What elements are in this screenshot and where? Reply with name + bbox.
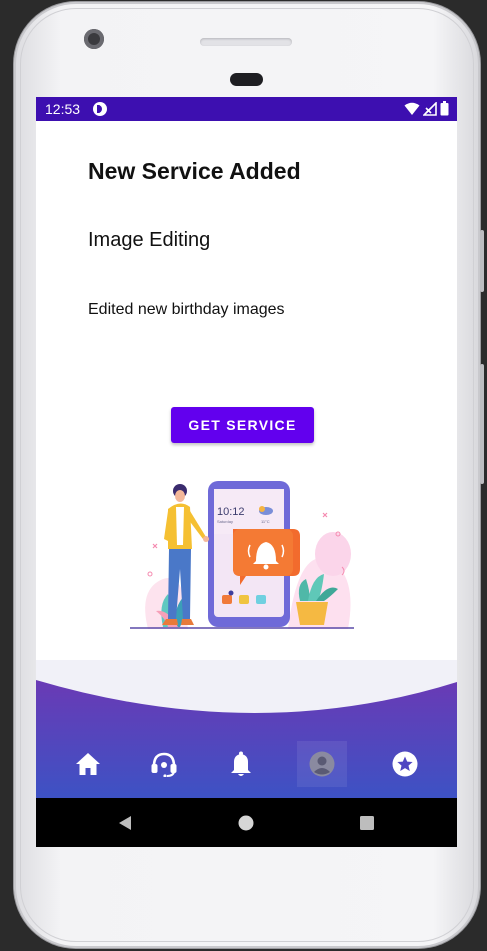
nav-notifications[interactable] bbox=[225, 748, 257, 780]
service-description: Edited new birthday images bbox=[88, 301, 285, 318]
earpiece-speaker bbox=[200, 38, 292, 46]
home-button[interactable] bbox=[236, 813, 256, 833]
wifi-icon bbox=[404, 102, 420, 115]
bell-icon bbox=[231, 751, 251, 776]
recents-icon bbox=[360, 816, 374, 830]
circle-p-icon bbox=[93, 102, 108, 116]
notification-illustration: 10:12 Saturday 11°C bbox=[130, 481, 354, 629]
status-time: 12:53 bbox=[45, 101, 81, 117]
get-service-button[interactable]: GET SERVICE bbox=[171, 407, 314, 443]
app-screen: 12:53 New Service Added Image Editing Ed… bbox=[36, 97, 457, 847]
nav-favorites[interactable] bbox=[389, 748, 421, 780]
status-bar: 12:53 bbox=[36, 97, 457, 121]
back-button[interactable] bbox=[116, 813, 136, 833]
proximity-sensor bbox=[230, 73, 263, 86]
notification-detail: New Service Added Image Editing Edited n… bbox=[36, 121, 457, 660]
system-navigation-bar bbox=[36, 798, 457, 847]
status-icons bbox=[404, 101, 449, 116]
recents-button[interactable] bbox=[357, 813, 377, 833]
battery-icon bbox=[440, 101, 449, 116]
page-title: New Service Added bbox=[88, 158, 301, 184]
account-icon bbox=[309, 751, 335, 777]
signal-icon bbox=[423, 101, 437, 116]
back-icon bbox=[119, 816, 131, 830]
nav-home[interactable] bbox=[72, 748, 104, 780]
front-camera bbox=[84, 29, 104, 49]
service-name: Image Editing bbox=[88, 229, 211, 251]
volume-button bbox=[480, 230, 484, 292]
illustration-time: 10:12 bbox=[217, 506, 245, 518]
power-button bbox=[480, 364, 484, 484]
home-icon bbox=[76, 753, 100, 775]
nav-profile[interactable] bbox=[297, 741, 347, 787]
star-circle-icon bbox=[392, 751, 418, 777]
home-circle-icon bbox=[238, 815, 254, 831]
headset-icon bbox=[151, 752, 177, 777]
illustration-temp: 11°C bbox=[261, 519, 270, 524]
bottom-navigation bbox=[36, 660, 457, 798]
nav-support[interactable] bbox=[148, 748, 180, 780]
illustration-date: Saturday bbox=[217, 519, 233, 524]
